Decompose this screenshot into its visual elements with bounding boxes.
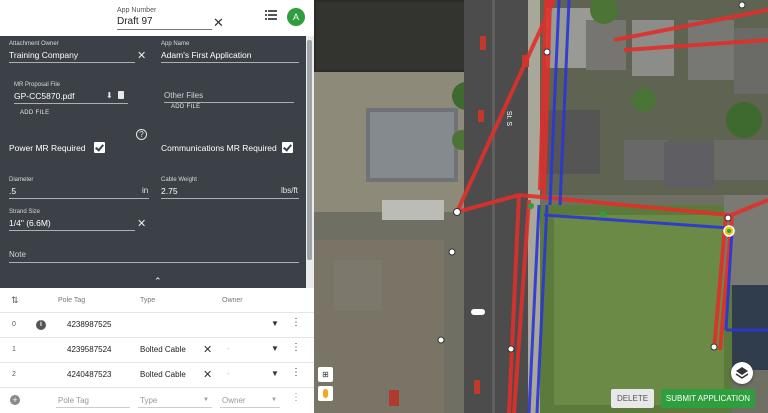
new-type-select[interactable]: Type — [140, 396, 157, 405]
col-owner[interactable]: Owner — [222, 297, 243, 304]
chevron-down-icon[interactable]: ▼ — [271, 369, 279, 378]
info-icon[interactable]: i — [36, 320, 46, 330]
type-dropdown-icon[interactable]: ▼ — [203, 397, 209, 403]
top-bar: App Number Draft 97 ✕ A — [0, 0, 314, 36]
form-scrollbar-thumb[interactable] — [307, 40, 312, 260]
pole-owner[interactable]: - — [227, 369, 230, 378]
clear-type-icon[interactable]: ✕ — [203, 368, 212, 381]
diameter-field[interactable]: .5 — [9, 186, 149, 199]
help-icon[interactable]: ? — [136, 129, 147, 140]
other-files-field[interactable]: Other Files — [164, 91, 294, 103]
clear-app-number-icon[interactable]: ✕ — [213, 15, 224, 31]
table-row[interactable]: 0 i 4238987525 ▼ ⋮ — [0, 312, 314, 337]
pole-tag: 4238987525 — [67, 320, 112, 329]
note-field[interactable]: Note — [9, 250, 299, 263]
new-owner-select[interactable]: Owner — [222, 396, 246, 405]
cable-weight-label: Cable Weight — [161, 177, 197, 183]
table-row[interactable]: 2 4240487523 Bolted Cable ✕ - ▼ ⋮ — [0, 362, 314, 387]
application-panel: App Number Draft 97 ✕ A Attachment Owner… — [0, 0, 314, 413]
list-icon[interactable] — [265, 10, 277, 20]
more-icon[interactable]: ⋮ — [291, 368, 301, 378]
power-mr-label: Power MR Required — [9, 143, 86, 153]
new-pole-row: + Pole Tag Type ▼ Owner ▼ ⋮ — [0, 387, 314, 412]
layers-icon — [735, 367, 749, 379]
app-number-label: App Number — [117, 7, 157, 14]
attachment-owner-label: Attachment Owner — [9, 41, 59, 47]
power-mr-checkbox[interactable] — [94, 142, 105, 153]
col-pole-tag[interactable]: Pole Tag — [58, 297, 85, 304]
add-pole-icon[interactable]: + — [10, 395, 20, 405]
pole-table: ⇅ Pole Tag Type Owner 0 i 4238987525 ▼ ⋮… — [0, 288, 314, 413]
diameter-unit: in — [142, 186, 149, 195]
more-icon[interactable]: ⋮ — [291, 393, 301, 403]
more-icon[interactable]: ⋮ — [291, 318, 301, 328]
satellite-map[interactable] — [314, 0, 768, 413]
avatar[interactable]: A — [287, 8, 305, 26]
submit-application-button[interactable]: SUBMIT APPLICATION — [661, 389, 755, 408]
layers-button[interactable] — [731, 362, 753, 384]
download-icon[interactable]: ⬇ — [106, 91, 113, 100]
pole-tag: 4239587524 — [67, 345, 112, 354]
divider — [138, 407, 212, 408]
app-name-label: App Name — [161, 41, 190, 47]
strand-size-field[interactable]: 1/4" (6.6M) — [9, 218, 135, 231]
comm-mr-label: Communications MR Required — [161, 143, 277, 153]
more-icon[interactable]: ⋮ — [291, 343, 301, 353]
delete-file-icon[interactable] — [118, 91, 124, 99]
divider — [56, 407, 130, 408]
chevron-down-icon[interactable]: ▼ — [271, 344, 279, 353]
pole-type[interactable]: Bolted Cable — [140, 370, 186, 379]
cable-weight-field[interactable]: 2.75 — [161, 186, 299, 199]
col-type[interactable]: Type — [140, 297, 155, 304]
fullscreen-button[interactable]: ⊞ — [318, 367, 333, 382]
pole-owner[interactable]: - — [227, 344, 230, 353]
mr-proposal-label: MR Proposal File — [14, 82, 61, 88]
clear-owner-icon[interactable]: ✕ — [137, 51, 146, 62]
comm-mr-checkbox[interactable] — [282, 142, 293, 153]
diameter-label: Diameter — [9, 177, 34, 183]
row-index: 0 — [12, 321, 16, 328]
strand-size-label: Strand Size — [9, 209, 41, 215]
clear-type-icon[interactable]: ✕ — [203, 343, 212, 356]
collapse-chevron-icon[interactable]: ⌃ — [154, 276, 162, 287]
new-pole-tag-input[interactable]: Pole Tag — [58, 396, 89, 405]
sort-icon[interactable]: ⇅ — [11, 295, 19, 306]
pole-type[interactable]: Bolted Cable — [140, 345, 186, 354]
delete-button[interactable]: DELETE — [611, 389, 654, 408]
add-other-file-button[interactable]: ADD FILE — [171, 104, 200, 110]
application-form: Attachment Owner Training Company ✕ App … — [0, 36, 314, 288]
cable-weight-unit: lbs/ft — [281, 186, 298, 195]
row-index: 1 — [12, 346, 16, 353]
map-view[interactable]: St. S ⊞ DELETE SUBMIT APPLICATION — [314, 0, 768, 413]
add-file-button[interactable]: ADD FILE — [20, 110, 49, 116]
table-row[interactable]: 1 4239587524 Bolted Cable ✕ - ▼ ⋮ — [0, 337, 314, 362]
app-name-field[interactable]: Adam's First Application — [161, 50, 299, 63]
divider — [220, 407, 280, 408]
street-view-button[interactable] — [318, 386, 333, 401]
row-index: 2 — [12, 371, 16, 378]
street-label: St. S — [505, 110, 513, 127]
attachment-owner-field[interactable]: Training Company — [9, 50, 135, 63]
chevron-down-icon[interactable]: ▼ — [271, 319, 279, 328]
app-number-field[interactable]: Draft 97 — [117, 16, 212, 30]
clear-strand-icon[interactable]: ✕ — [137, 219, 146, 230]
owner-dropdown-icon[interactable]: ▼ — [271, 397, 277, 403]
pole-tag: 4240487523 — [67, 370, 112, 379]
